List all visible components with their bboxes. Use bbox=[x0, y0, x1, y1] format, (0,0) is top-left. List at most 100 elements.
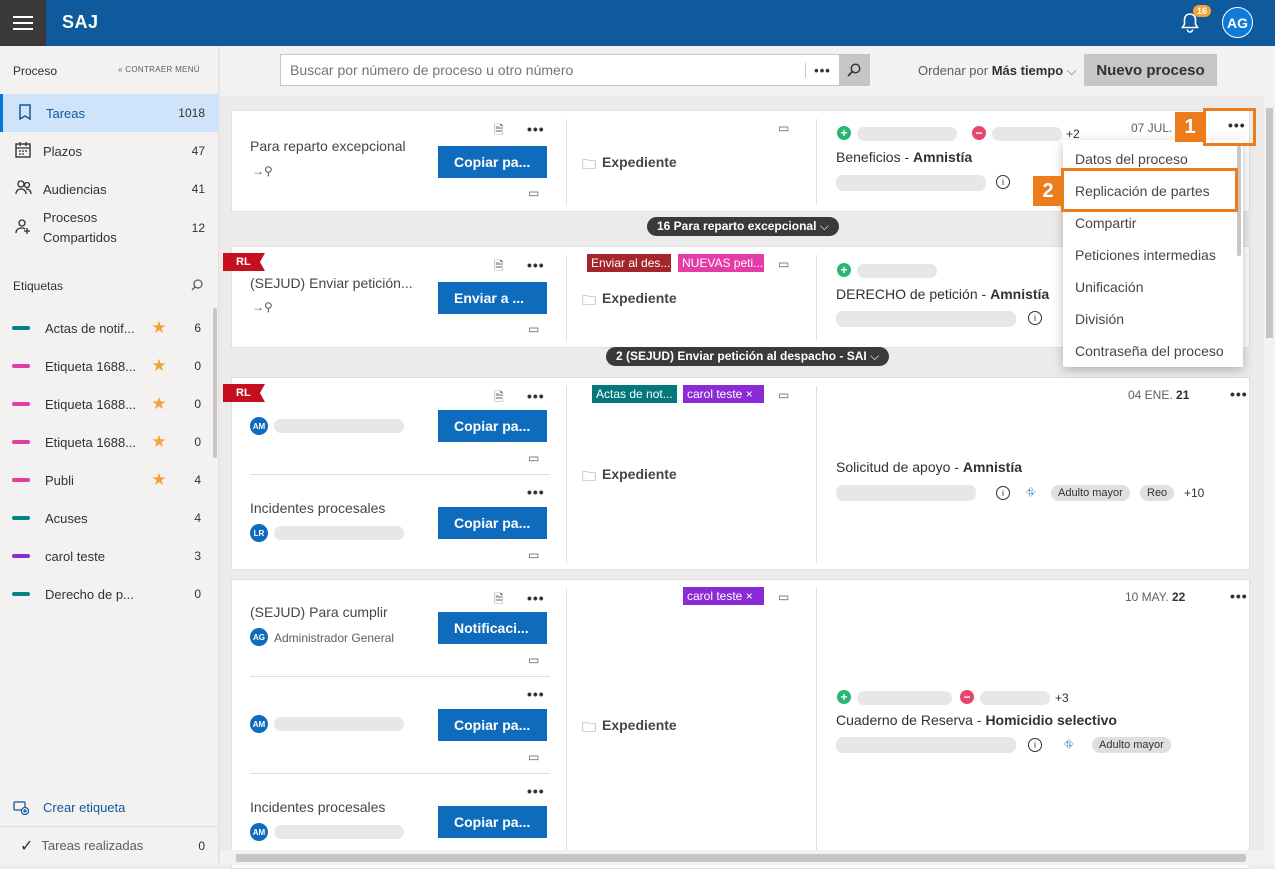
tag-item[interactable]: Actas de notif... ★ 6 bbox=[0, 309, 210, 347]
assign-person-icon[interactable]: →⚲ bbox=[252, 164, 273, 178]
more-options-icon[interactable]: ••• bbox=[527, 590, 545, 606]
new-process-button[interactable]: Nuevo proceso bbox=[1084, 54, 1217, 86]
search-input[interactable] bbox=[281, 55, 805, 85]
star-icon[interactable]: ★ bbox=[145, 394, 173, 414]
send-button[interactable]: Enviar a ... bbox=[438, 282, 547, 314]
document-clock-icon[interactable]: 🗎 bbox=[494, 388, 504, 409]
document-clock-icon[interactable]: 🗎 bbox=[494, 257, 504, 278]
tag-chip[interactable]: NUEVAS peti... bbox=[678, 254, 764, 272]
more-options-icon[interactable]: ••• bbox=[527, 257, 545, 273]
document-clock-icon[interactable]: 🗎 bbox=[494, 590, 504, 611]
completed-tasks-item[interactable]: ✓ Tareas realizadas 0 bbox=[0, 826, 219, 865]
expediente-link[interactable]: Expediente bbox=[602, 717, 677, 733]
tag-label: Etiqueta 1688... bbox=[45, 396, 137, 412]
add-comment-icon[interactable]: ▭ bbox=[778, 590, 789, 604]
more-search-options-button[interactable]: ••• bbox=[805, 62, 839, 78]
create-label-button[interactable]: Crear etiqueta bbox=[13, 800, 125, 815]
add-comment-icon[interactable]: ▭ bbox=[528, 750, 539, 764]
hamburger-menu-icon[interactable] bbox=[0, 0, 46, 46]
star-icon[interactable]: ★ bbox=[145, 356, 173, 376]
more-options-icon[interactable]: ••• bbox=[527, 686, 545, 702]
tags-header: Etiquetas bbox=[13, 279, 64, 293]
add-comment-icon[interactable]: ▭ bbox=[778, 388, 789, 402]
task-card[interactable]: AM 🗎 ••• Copiar pa... ▭ ••• Incidentes p… bbox=[231, 377, 1250, 570]
menu-item-contrasena-del-proceso[interactable]: Contraseña del proceso bbox=[1075, 343, 1224, 359]
group-collapse-pill[interactable]: 16 Para reparto excepcional ⌵ bbox=[647, 217, 839, 236]
step-1-marker: 1 bbox=[1175, 112, 1205, 142]
add-comment-icon[interactable]: ▭ bbox=[528, 186, 539, 200]
menu-item-division[interactable]: División bbox=[1075, 311, 1124, 327]
step-2-marker: 2 bbox=[1033, 176, 1063, 206]
info-icon[interactable]: i bbox=[996, 486, 1010, 500]
sidebar-item-procesos-compartidos[interactable]: Procesos Compartidos 12 bbox=[0, 208, 219, 248]
tag-chip[interactable]: carol teste × bbox=[683, 587, 764, 605]
copy-button[interactable]: Copiar pa... bbox=[438, 806, 547, 838]
plus-icon: + bbox=[837, 126, 851, 140]
info-icon[interactable]: i bbox=[1028, 311, 1042, 325]
sidebar-item-audiencias[interactable]: Audiencias 41 bbox=[0, 170, 219, 208]
expediente-link[interactable]: Expediente bbox=[602, 466, 677, 482]
task-card[interactable]: 🗎 ••• (SEJUD) Para cumplir AG Administra… bbox=[231, 579, 1250, 869]
tag-item[interactable]: Etiqueta 1688... ★ 0 bbox=[0, 347, 210, 385]
tag-chip[interactable]: Actas de not... bbox=[592, 385, 677, 403]
more-options-icon[interactable]: ••• bbox=[527, 121, 545, 137]
search-icon[interactable] bbox=[191, 279, 203, 291]
tag-item[interactable]: Etiqueta 1688... ★ 0 bbox=[0, 385, 210, 423]
sidebar-header: Proceso bbox=[13, 64, 58, 78]
app-brand[interactable]: SAJ bbox=[62, 12, 99, 33]
add-comment-icon[interactable]: ▭ bbox=[778, 257, 789, 271]
more-options-icon[interactable]: ••• bbox=[1230, 386, 1248, 402]
add-comment-icon[interactable]: ▭ bbox=[528, 451, 539, 465]
main-scrollbar[interactable] bbox=[1264, 96, 1275, 865]
add-comment-icon[interactable]: ▭ bbox=[778, 121, 789, 135]
hierarchy-icon[interactable]: ⛗ bbox=[1026, 485, 1036, 500]
check-icon: ✓ bbox=[20, 838, 34, 855]
copy-button[interactable]: Copiar pa... bbox=[438, 146, 547, 178]
collapse-menu-button[interactable]: « CONTRAER MENÚ bbox=[118, 65, 200, 74]
info-icon[interactable]: i bbox=[1028, 738, 1042, 752]
subject-line: DERECHO de petición - Amnistía bbox=[836, 286, 1050, 302]
group-collapse-pill[interactable]: 2 (SEJUD) Enviar petición al despacho - … bbox=[606, 347, 890, 366]
menu-item-datos-del-proceso[interactable]: Datos del proceso bbox=[1075, 151, 1188, 167]
expediente-link[interactable]: Expediente bbox=[602, 290, 677, 306]
tag-item[interactable]: Derecho de p... 0 bbox=[0, 575, 210, 613]
tag-item[interactable]: carol teste 3 bbox=[0, 537, 210, 575]
sidebar-scrollbar[interactable] bbox=[213, 308, 217, 458]
tag-item[interactable]: Publi ★ 4 bbox=[0, 461, 210, 499]
sidebar: Proceso « CONTRAER MENÚ Tareas 1018 Plaz… bbox=[0, 46, 219, 865]
add-comment-icon[interactable]: ▭ bbox=[528, 653, 539, 667]
more-options-icon[interactable]: ••• bbox=[527, 783, 545, 799]
sort-dropdown[interactable]: Ordenar por Más tiempo ⌵ bbox=[918, 63, 1077, 79]
copy-button[interactable]: Copiar pa... bbox=[438, 507, 547, 539]
more-options-icon[interactable]: ••• bbox=[1230, 588, 1248, 604]
assign-person-icon[interactable]: →⚲ bbox=[252, 300, 273, 314]
more-options-icon[interactable]: ••• bbox=[527, 388, 545, 404]
expediente-link[interactable]: Expediente bbox=[602, 154, 677, 170]
star-icon[interactable]: ★ bbox=[145, 318, 173, 338]
add-comment-icon[interactable]: ▭ bbox=[528, 548, 539, 562]
menu-item-compartir[interactable]: Compartir bbox=[1075, 215, 1136, 231]
sidebar-item-plazos[interactable]: Plazos 47 bbox=[0, 132, 219, 170]
avatar: LR bbox=[250, 524, 268, 542]
notification-button[interactable]: Notificaci... bbox=[438, 612, 547, 644]
document-clock-icon[interactable]: 🗎 bbox=[494, 121, 504, 142]
star-icon[interactable]: ★ bbox=[145, 432, 173, 452]
more-options-icon[interactable]: ••• bbox=[1228, 117, 1246, 133]
search-button[interactable] bbox=[839, 55, 869, 85]
sidebar-item-tareas[interactable]: Tareas 1018 bbox=[0, 94, 219, 132]
add-comment-icon[interactable]: ▭ bbox=[528, 322, 539, 336]
star-icon[interactable]: ★ bbox=[145, 470, 173, 490]
menu-item-peticiones-intermedias[interactable]: Peticiones intermedias bbox=[1075, 247, 1216, 263]
hierarchy-icon[interactable]: ⛗ bbox=[1064, 737, 1074, 752]
tag-chip[interactable]: Enviar al des... bbox=[587, 254, 671, 272]
info-icon[interactable]: i bbox=[996, 175, 1010, 189]
menu-item-unificacion[interactable]: Unificación bbox=[1075, 279, 1143, 295]
copy-button[interactable]: Copiar pa... bbox=[438, 709, 547, 741]
tag-item[interactable]: Etiqueta 1688... ★ 0 bbox=[0, 423, 210, 461]
user-avatar[interactable]: AG bbox=[1222, 7, 1253, 38]
tag-item[interactable]: Acuses 4 bbox=[0, 499, 210, 537]
copy-button[interactable]: Copiar pa... bbox=[438, 410, 547, 442]
tag-chip[interactable]: carol teste × bbox=[683, 385, 764, 403]
more-options-icon[interactable]: ••• bbox=[527, 484, 545, 500]
horizontal-scrollbar[interactable] bbox=[220, 850, 1264, 865]
